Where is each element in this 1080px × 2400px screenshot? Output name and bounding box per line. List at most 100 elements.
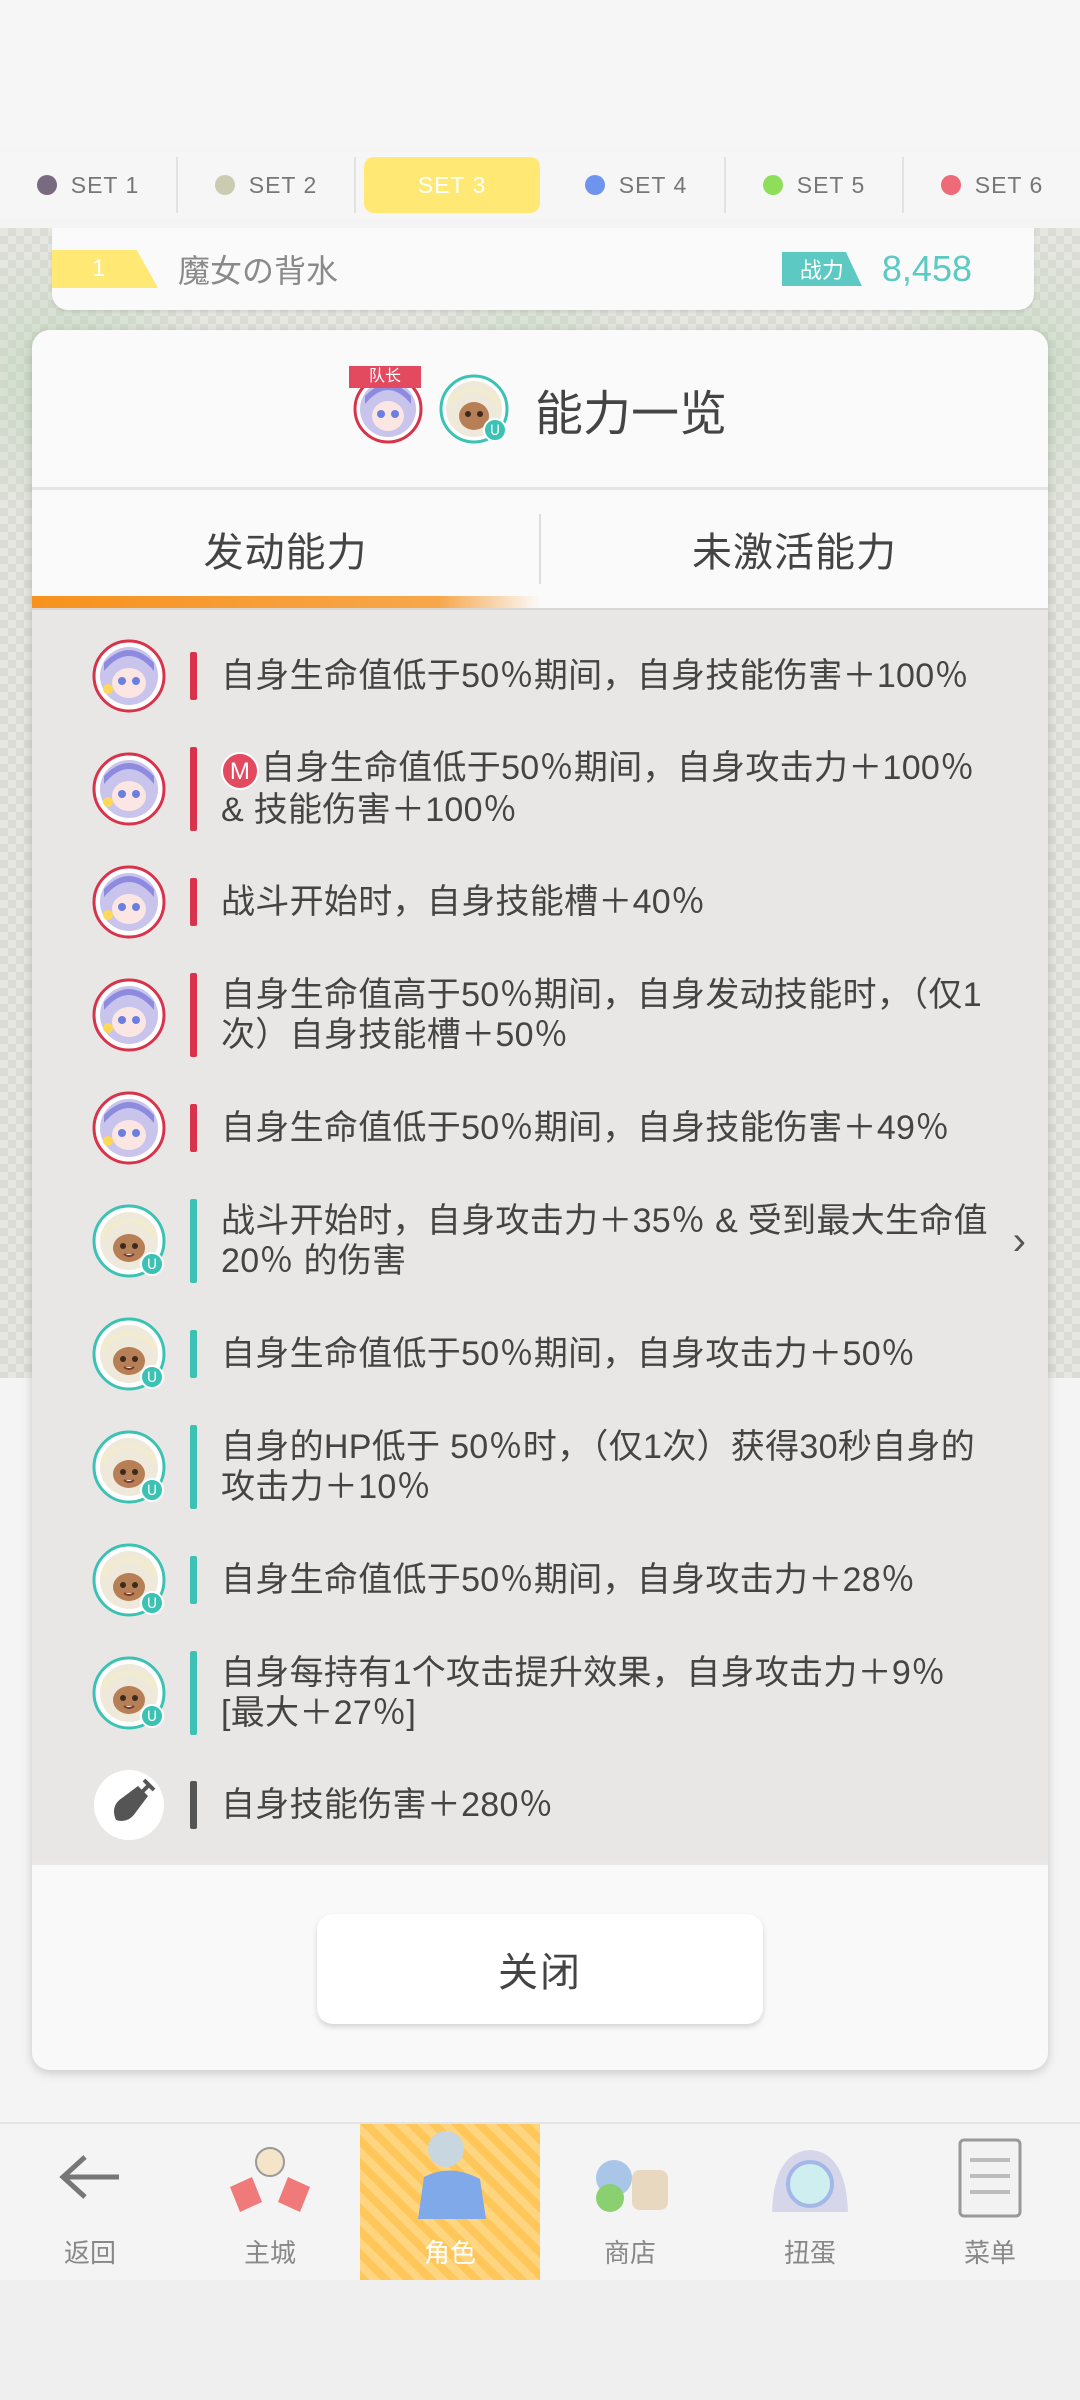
nav-label: 商店 [603,2238,656,2268]
ability-color-bar [190,878,197,926]
ability-text: 自身生命值高于50％期间，自身发动技能时，（仅1次）自身技能槽＋50％ [221,975,988,1055]
set-1-dot-icon [36,175,57,195]
tab-active-abilities[interactable]: 发动能力 [32,490,539,608]
tab-label: SET 3 [417,171,487,198]
nav-back[interactable]: 返回 [0,2124,180,2282]
castle-icon [220,2127,320,2227]
witch-portrait-icon [92,978,166,1052]
tab-set-2[interactable]: SET 2 [178,157,356,213]
tab-set-4[interactable]: SET 4 [548,157,726,213]
girl-portrait-icon: U [92,1656,166,1730]
girl-portrait-icon: U [92,1317,166,1391]
svg-text:U: U [147,1483,157,1499]
ability-description: 自身生命值高于50％期间，自身发动技能时，（仅1次）自身技能槽＋50％ [221,976,982,1054]
ability-text: M 自身生命值低于50％期间，自身攻击力＋100％ & 技能伤害＋100％ [221,748,988,829]
team-power-value: 8,458 [881,248,972,289]
tab-label: SET 2 [248,171,318,198]
system-bar [0,2280,1080,2400]
svg-text:U: U [147,1370,157,1386]
witch-portrait-icon [92,1091,166,1165]
witch-portrait-icon [92,865,166,939]
nav-character[interactable]: 角色 [360,2124,540,2282]
nav-menu[interactable]: 菜单 [900,2124,1080,2282]
ability-row[interactable]: U 自身每持有1个攻击提升效果，自身攻击力＋9％[最大＋27％] [32,1636,1048,1750]
tab-label: SET 4 [618,171,688,198]
ability-color-bar [190,1104,197,1152]
nav-label: 扭蛋 [783,2238,836,2268]
chevron-right-icon[interactable]: › [1013,1219,1026,1264]
ability-text: 自身每持有1个攻击提升效果，自身攻击力＋9％[最大＋27％] [221,1653,988,1733]
tab-label: SET 1 [70,171,140,198]
set-6-dot-icon [940,175,961,195]
svg-text:U: U [147,1596,157,1612]
close-button[interactable]: 关闭 [317,1913,763,2024]
tab-set-3[interactable]: SET 3 [364,157,540,213]
ability-color-bar [190,747,197,831]
ability-description: 自身生命值低于50％期间，自身攻击力＋50％ [221,1335,916,1373]
ability-color-bar [190,1199,197,1283]
tab-set-6[interactable]: SET 6 [904,157,1080,213]
ability-row[interactable]: U 自身生命值低于50％期间，自身攻击力＋28％ [32,1524,1048,1636]
witch-portrait-icon [92,752,166,826]
ability-row[interactable]: U 自身的HP低于 50％时，（仅1次）获得30秒自身的攻击力＋10％ [32,1410,1048,1524]
ability-row[interactable]: U 战斗开始时，自身攻击力＋35％ & 受到最大生命值 20％ 的伤害 › [32,1184,1048,1298]
modal-title: 能力一览 [534,387,727,441]
ability-description: 战斗开始时，自身攻击力＋35％ & 受到最大生命值 20％ 的伤害 [221,1202,988,1280]
scrolled-row-edge [32,612,1048,620]
nav-castle[interactable]: 主城 [180,2124,360,2282]
tab-set-5[interactable]: SET 5 [726,157,904,213]
svg-text:U: U [147,1257,157,1273]
ability-row[interactable]: 自身生命值高于50％期间，自身发动技能时，（仅1次）自身技能槽＋50％ [32,958,1048,1072]
captain-tag: 队长 [348,365,421,388]
weapon-portrait-icon [92,1768,166,1842]
svg-text:U: U [490,423,500,439]
member-avatar: U [439,374,509,444]
nav-label: 返回 [63,2238,116,2268]
girl-portrait-icon: U [92,1543,166,1617]
girl-portrait-icon: U [92,1430,166,1504]
ability-color-bar [190,973,197,1057]
status-area [0,0,1080,150]
ability-color-bar [190,1651,197,1735]
ability-row[interactable]: 自身技能伤害＋280％ [32,1750,1048,1860]
ability-color-bar [190,1556,197,1604]
active-tab-indicator [32,596,540,608]
ability-row[interactable]: U 自身生命值低于50％期间，自身攻击力＋50％ [32,1298,1048,1410]
ability-color-bar [190,1425,197,1509]
ability-list[interactable]: 自身生命值低于50％期间，自身技能伤害＋100％ M 自身生命值低于50％期间，自身… [32,608,1048,1862]
ability-text: 自身生命值低于50％期间，自身攻击力＋28％ [221,1560,915,1600]
ability-text: 自身生命值低于50％期间，自身技能伤害＋49％ [221,1108,950,1148]
ability-color-bar [190,1781,197,1829]
ability-row[interactable]: 自身生命值低于50％期间，自身技能伤害＋49％ [32,1072,1048,1184]
ability-row[interactable]: M 自身生命值低于50％期间，自身攻击力＋100％ & 技能伤害＋100％ [32,732,1048,846]
tab-label: SET 5 [796,171,866,198]
nav-label: 主城 [243,2238,296,2268]
ability-text: 自身生命值低于50％期间，自身攻击力＋50％ [221,1334,915,1374]
nav-label: 菜单 [963,2238,1016,2268]
tab-inactive-abilities[interactable]: 未激活能力 [541,490,1048,608]
ability-color-bar [190,652,197,700]
ability-description: 自身每持有1个攻击提升效果，自身攻击力＋9％[最大＋27％] [221,1654,946,1732]
nav-shop[interactable]: 商店 [540,2124,720,2282]
ability-description: 自身生命值低于50％期间，自身技能伤害＋100％ [221,657,969,695]
set-4-dot-icon [584,175,605,195]
girl-portrait-icon: U [92,1204,166,1278]
bottom-nav: 返回 主城 角色 商店 扭蛋 菜单 [0,2122,1080,2282]
ability-row[interactable]: 自身生命值低于50％期间，自身技能伤害＋100％ [32,620,1048,732]
ability-description: 自身技能伤害＋280％ [221,1786,554,1824]
team-bar: 1 魔女の背水 战力 8,458 [52,228,1034,310]
captain-avatar: 队长 [348,365,423,444]
character-icon [400,2127,500,2227]
nav-gacha[interactable]: 扭蛋 [720,2124,900,2282]
tab-set-1[interactable]: SET 1 [0,157,178,213]
set-tabs: SET 1 SET 2 SET 3 SET 4 SET 5 SET 6 [0,152,1080,218]
power-label: 战力 [781,252,862,286]
nav-label: 角色 [423,2238,476,2268]
ability-row[interactable]: 战斗开始时，自身技能槽＋40％ [32,846,1048,958]
shop-icon [580,2127,680,2227]
ability-text: 自身的HP低于 50％时，（仅1次）获得30秒自身的攻击力＋10％ [221,1427,988,1507]
girl-portrait-icon: U [439,374,509,443]
svg-text:U: U [147,1709,157,1725]
ability-color-bar [190,1330,197,1378]
ability-list-modal: 队长 U 能力一览 发动能力 未激活能力 自身生命值低于50％期间，自身技能伤害… [32,330,1048,2070]
